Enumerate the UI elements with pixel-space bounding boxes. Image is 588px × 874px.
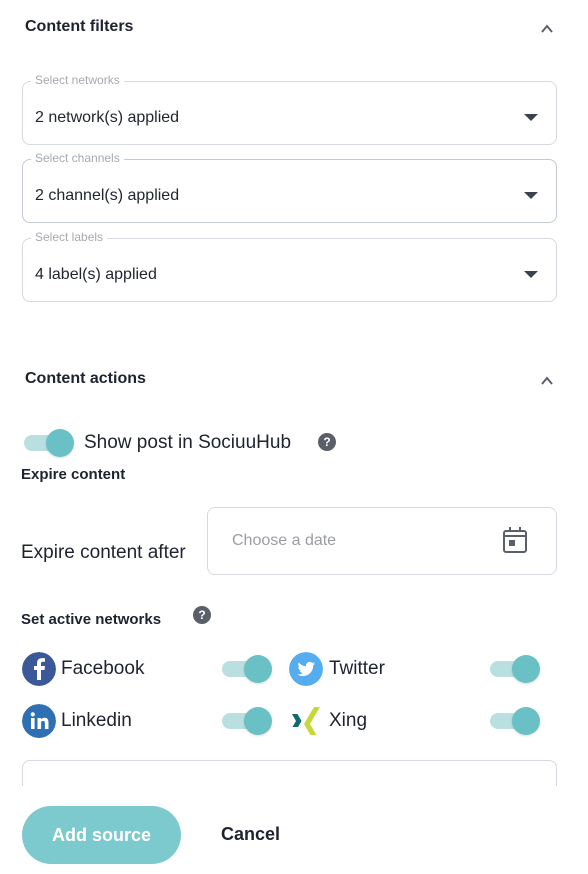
help-icon[interactable]: ? [318, 433, 336, 451]
caret-down-icon[interactable] [524, 114, 538, 121]
cancel-button[interactable]: Cancel [221, 824, 280, 845]
network-label-twitter: Twitter [329, 658, 385, 679]
caret-down-icon[interactable] [524, 271, 538, 278]
network-label-facebook: Facebook [61, 658, 145, 679]
select-labels-field[interactable]: Select labels 4 label(s) applied [22, 230, 557, 302]
toggle-knob [512, 655, 540, 683]
select-labels-value: 4 label(s) applied [35, 266, 157, 283]
select-networks-legend: Select networks [31, 73, 124, 87]
source-settings-panel: Content filters Select networks 2 networ… [0, 0, 588, 874]
expire-content-heading: Expire content [21, 466, 126, 483]
calendar-icon[interactable] [502, 526, 528, 554]
add-source-button[interactable]: Add source [22, 806, 181, 864]
chevron-up-icon[interactable] [540, 22, 554, 36]
content-filters-header[interactable]: Content filters [0, 8, 588, 48]
content-filters-title: Content filters [25, 18, 134, 35]
expire-date-field[interactable]: Choose a date [207, 507, 557, 575]
facebook-icon [22, 652, 56, 686]
footer-bar: Add source Cancel [0, 786, 588, 874]
xing-icon [292, 707, 320, 735]
twitter-icon [289, 652, 323, 686]
toggle-knob [46, 429, 74, 457]
select-labels-legend: Select labels [31, 230, 108, 244]
linkedin-icon [22, 704, 56, 738]
toggle-knob [244, 707, 272, 735]
set-active-networks-heading: Set active networks [21, 611, 162, 628]
date-placeholder: Choose a date [232, 532, 337, 549]
linkedin-toggle[interactable] [220, 706, 272, 736]
show-post-label: Show post in SociuuHub [84, 432, 292, 453]
xing-toggle[interactable] [488, 706, 540, 736]
network-label-linkedin: Linkedin [61, 710, 132, 731]
select-networks-field[interactable]: Select networks 2 network(s) applied [22, 73, 557, 145]
network-label-xing: Xing [329, 710, 368, 731]
select-channels-field[interactable]: Select channels 2 channel(s) applied [22, 151, 557, 223]
select-networks-value: 2 network(s) applied [35, 109, 180, 126]
content-actions-header[interactable]: Content actions [0, 360, 588, 400]
help-icon[interactable]: ? [193, 606, 211, 624]
toggle-knob [244, 655, 272, 683]
content-actions-title: Content actions [25, 370, 146, 387]
chevron-up-icon[interactable] [540, 374, 554, 388]
show-post-toggle[interactable] [22, 428, 74, 458]
caret-down-icon[interactable] [524, 192, 538, 199]
expire-content-after-label: Expire content after [21, 542, 186, 563]
twitter-toggle[interactable] [488, 654, 540, 684]
toggle-knob [512, 707, 540, 735]
select-channels-value: 2 channel(s) applied [35, 187, 180, 204]
facebook-toggle[interactable] [220, 654, 272, 684]
select-channels-legend: Select channels [31, 151, 124, 165]
